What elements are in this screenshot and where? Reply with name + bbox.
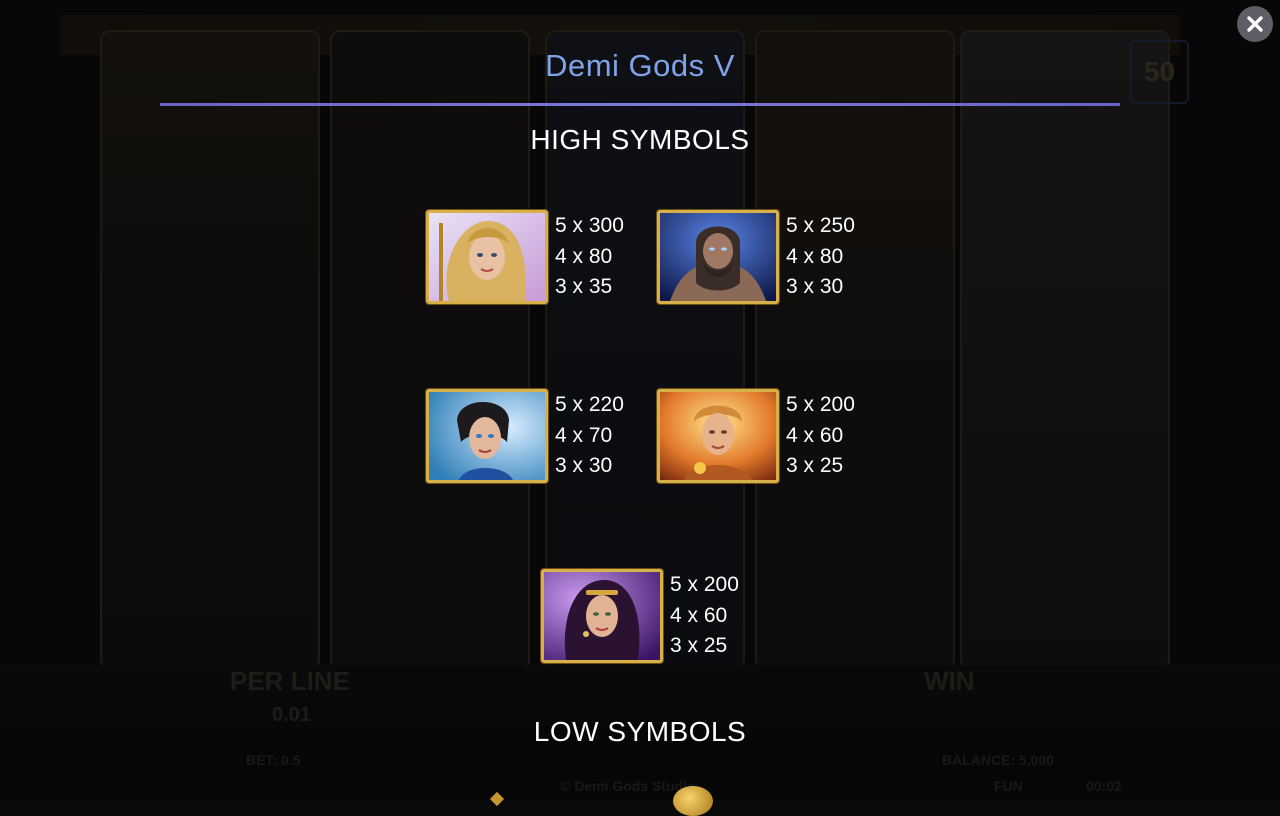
high-symbols-heading: HIGH SYMBOLS [530,124,750,155]
pay-5: 5 x 250 [786,214,855,238]
apollo-symbol-image [657,389,779,483]
close-button[interactable] [1237,6,1273,42]
paytable-overlay [0,0,1280,800]
pay-3: 3 x 35 [555,275,613,299]
athena-symbol-image [426,210,548,304]
title-divider [160,103,1120,106]
low-symbols-heading: LOW SYMBOLS [533,716,747,747]
symbol-aphrodite: 5 x 200 4 x 60 3 x 25 [541,569,739,663]
pay-3: 3 x 30 [555,454,613,478]
aphrodite-symbol-image [541,569,663,663]
pay-5: 5 x 220 [555,393,624,417]
pay-3: 3 x 25 [670,634,728,658]
symbol-athena: 5 x 300 4 x 80 3 x 35 [426,210,624,304]
close-icon [1247,16,1263,32]
pay-5: 5 x 200 [670,573,739,597]
pay-4: 4 x 80 [555,244,613,268]
pay-3: 3 x 30 [786,275,844,299]
page-title: Demi Gods V [545,48,735,83]
pay-4: 4 x 60 [786,423,844,447]
symbol-zeus: 5 x 250 4 x 80 3 x 30 [657,210,855,304]
pay-4: 4 x 80 [786,244,844,268]
pay-3: 3 x 25 [786,454,844,478]
low-symbol-peek [673,786,713,816]
pay-4: 4 x 60 [670,603,728,627]
zeus-symbol-image [657,210,779,304]
symbol-hera: 5 x 220 4 x 70 3 x 30 [426,389,624,483]
pay-4: 4 x 70 [555,423,613,447]
pay-5: 5 x 200 [786,393,855,417]
symbol-apollo: 5 x 200 4 x 60 3 x 25 [657,389,855,483]
hera-symbol-image [426,389,548,483]
pay-5: 5 x 300 [555,214,624,238]
